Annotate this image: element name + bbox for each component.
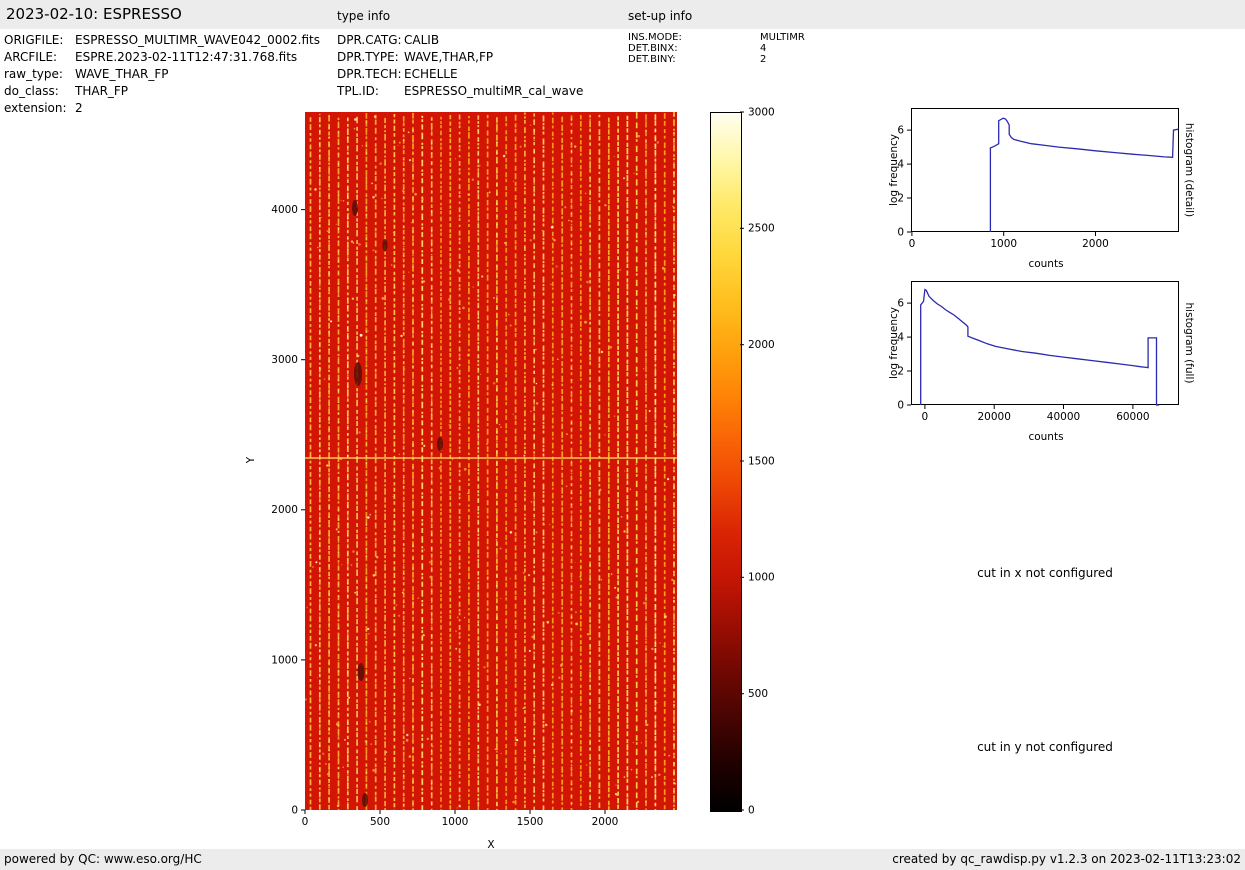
meta-label: DPR.TECH: [337,67,402,81]
svg-text:0: 0 [897,226,904,238]
svg-text:1500: 1500 [517,816,544,828]
svg-text:2500: 2500 [748,223,775,235]
meta-value: ESPRESSO_multiMR_cal_wave [404,84,584,98]
svg-text:1500: 1500 [748,455,775,467]
svg-text:500: 500 [748,688,768,700]
svg-text:0: 0 [302,816,309,828]
meta-row: DET.BINY: 2 [628,54,805,65]
meta-label: DPR.CATG: [337,33,402,47]
meta-label: DET.BINX: [628,43,678,54]
meta-row: raw_type: WAVE_THAR_FP [4,67,320,84]
svg-text:1000: 1000 [271,654,298,666]
svg-text:0: 0 [748,804,755,816]
meta-label: extension: [4,101,67,115]
meta-value: ESPRESSO_MULTIMR_WAVE042_0002.fits [75,33,320,47]
meta-value: ECHELLE [404,67,458,81]
setup-info-heading: set-up info [628,9,693,23]
meta-label: raw_type: [4,67,63,81]
type-info-heading: type info [337,9,391,23]
cut-x-message: cut in x not configured [977,566,1113,580]
meta-row: DPR.TECH: ECHELLE [337,67,583,84]
meta-label: do_class: [4,84,59,98]
histogram-detail-plot: 0 1000 20000246 [897,108,1179,250]
page-title: 2023-02-10: ESPRESSO [6,5,182,23]
svg-text:2000: 2000 [748,339,775,351]
meta-value: CALIB [404,33,440,47]
header-bar: 2023-02-10: ESPRESSO type info set-up in… [0,0,1245,29]
svg-text:0: 0 [291,804,298,816]
svg-text:4000: 4000 [271,204,298,216]
svg-text:0: 0 [909,238,916,250]
svg-text:2000: 2000 [1082,238,1109,250]
svg-text:2000: 2000 [592,816,619,828]
svg-text:1000: 1000 [748,572,775,584]
meta-label: TPL.ID: [337,84,379,98]
meta-row: DET.BINX: 4 [628,43,805,54]
svg-text:40000: 40000 [1047,411,1080,423]
meta-value: WAVE,THAR,FP [404,50,494,64]
raw-frame-axes: 0 1000 2000 3000 4000 0 500 1000 1500 2000 [271,204,619,828]
meta-label: DET.BINY: [628,54,676,65]
cut-y-message: cut in y not configured [977,740,1113,754]
meta-row: DPR.TYPE: WAVE,THAR,FP [337,50,583,67]
svg-text:60000: 60000 [1116,411,1149,423]
meta-label: ARCFILE: [4,50,58,64]
meta-value: MULTIMR [760,32,805,43]
svg-text:1000: 1000 [990,238,1017,250]
footer-left: powered by QC: www.eso.org/HC [4,852,202,866]
footer-bar: powered by QC: www.eso.org/HC created by… [0,849,1245,870]
hist-detail-right-label: histogram (detail) [1183,122,1195,218]
meta-label: DPR.TYPE: [337,50,399,64]
histogram-full-plot: 0 20000 40000 600000246 [897,281,1179,423]
meta-row: ARCFILE: ESPRE.2023-02-11T12:47:31.768.f… [4,50,320,67]
hist-detail-xlabel: counts [1028,258,1064,270]
meta-value: 2 [75,101,83,115]
raw-yaxis-label: Y [245,456,257,464]
meta-row: TPL.ID: ESPRESSO_multiMR_cal_wave [337,84,583,101]
hist-full-xlabel: counts [1028,431,1064,443]
meta-label: ORIGFILE: [4,33,64,47]
svg-text:500: 500 [370,816,390,828]
meta-label: INS.MODE: [628,32,682,43]
meta-value: WAVE_THAR_FP [75,67,169,81]
colorbar [710,112,742,812]
svg-text:20000: 20000 [977,411,1010,423]
svg-text:0: 0 [897,399,904,411]
hist-detail-ylabel: log frequency [888,133,900,207]
svg-text:1000: 1000 [442,816,469,828]
footer-right: created by qc_rawdisp.py v1.2.3 on 2023-… [892,852,1241,866]
meta-row: INS.MODE: MULTIMR [628,32,805,43]
svg-text:0: 0 [922,411,929,423]
meta-row: ORIGFILE: ESPRESSO_MULTIMR_WAVE042_0002.… [4,33,320,50]
meta-value: ESPRE.2023-02-11T12:47:31.768.fits [75,50,298,64]
colorbar-ticks: 0 500 1000 1500 2000 2500 3000 [740,106,775,816]
meta-value: 2 [760,54,767,65]
svg-text:3000: 3000 [271,354,298,366]
meta-value: 4 [760,43,767,54]
meta-row: do_class: THAR_FP [4,84,320,101]
hist-full-right-label: histogram (full) [1183,302,1195,384]
meta-value: THAR_FP [75,84,129,98]
svg-text:3000: 3000 [748,106,775,118]
type-info-list: DPR.CATG: CALIB DPR.TYPE: WAVE,THAR,FP D… [337,33,583,101]
hist-full-ylabel: log frequency [888,306,900,380]
svg-text:2000: 2000 [271,504,298,516]
qc-report-page: 2023-02-10: ESPRESSO type info set-up in… [0,0,1245,870]
setup-info-list: INS.MODE: MULTIMR DET.BINX: 4 DET.BINY: … [628,32,805,65]
meta-row: DPR.CATG: CALIB [337,33,583,50]
